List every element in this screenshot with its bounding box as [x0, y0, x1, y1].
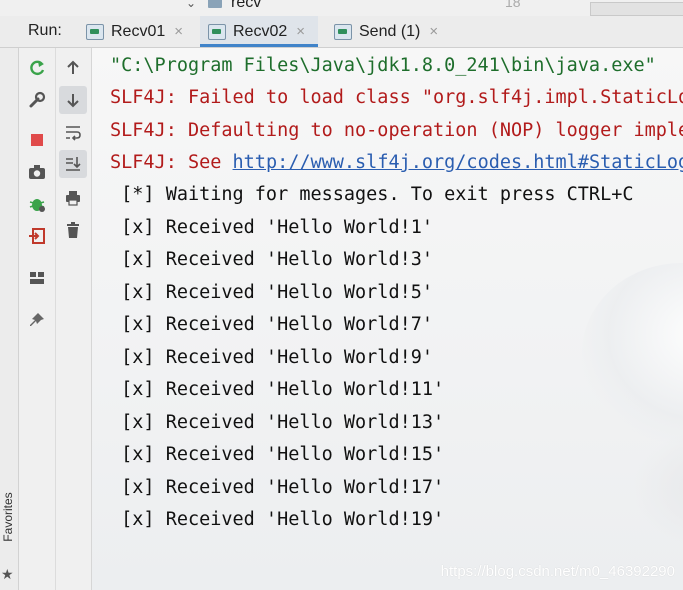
scroll-up-button[interactable]	[59, 54, 87, 82]
tab-label: Send (1)	[359, 22, 421, 40]
console-line-error: SLF4J: See http://www.slf4j.org/codes.ht…	[110, 152, 683, 174]
scroll-to-end-icon	[66, 157, 81, 171]
run-config-icon	[86, 23, 104, 40]
arrow-up-icon	[67, 60, 79, 74]
slf4j-link[interactable]: http://www.slf4j.org/codes.html#StaticLo…	[233, 152, 683, 173]
stop-button[interactable]	[23, 126, 51, 154]
wrench-icon	[29, 91, 46, 108]
layout-button[interactable]	[23, 264, 51, 292]
console-line-error: SLF4J: Defaulting to no-operation (NOP) …	[110, 120, 683, 141]
arrow-down-icon	[67, 94, 79, 108]
run-config-icon	[334, 23, 352, 40]
console-line: [x] Received 'Hello World!7'	[110, 314, 434, 335]
rerun-button[interactable]	[23, 54, 51, 82]
rerun-icon	[30, 60, 45, 76]
favorites-tab[interactable]: Favorites	[1, 487, 15, 547]
debug-button[interactable]	[23, 190, 51, 218]
background-image	[582, 263, 683, 443]
watermark: https://blog.csdn.net/m0_46392290	[440, 563, 675, 580]
layout-icon	[30, 272, 44, 284]
run-label: Run:	[28, 22, 62, 39]
console-line: [x] Received 'Hello World!9'	[110, 347, 434, 368]
print-button[interactable]	[59, 184, 87, 212]
pin-icon	[30, 313, 44, 326]
bug-icon	[29, 199, 45, 212]
tab-recv01[interactable]: Recv01 ×	[80, 16, 192, 47]
soft-wrap-icon	[66, 126, 81, 141]
console-line: [*] Waiting for messages. To exit press …	[110, 184, 634, 205]
exit-icon	[29, 228, 45, 244]
console-line-error: SLF4J: Failed to load class "org.slf4j.i…	[110, 87, 683, 108]
chevron-down-icon[interactable]: ⌄	[186, 0, 196, 10]
console-line: [x] Received 'Hello World!19'	[110, 509, 445, 530]
scroll-down-button[interactable]	[59, 86, 87, 114]
tab-send-1[interactable]: Send (1) ×	[326, 16, 446, 47]
close-icon[interactable]: ×	[296, 23, 305, 40]
pin-tab-button[interactable]	[23, 306, 51, 334]
console-output[interactable]: "C:\Program Files\Java\jdk1.8.0_241\bin\…	[92, 48, 683, 590]
printer-icon	[66, 191, 80, 206]
console-line: [x] Received 'Hello World!5'	[110, 282, 434, 303]
console-line: [x] Received 'Hello World!1'	[110, 217, 434, 238]
run-config-icon	[208, 23, 226, 40]
tab-recv02[interactable]: Recv02 ×	[200, 16, 318, 47]
tree-item-recv[interactable]: recv	[231, 0, 261, 12]
background-image	[632, 428, 683, 548]
scroll-to-end-button[interactable]	[59, 150, 87, 178]
run-tab-bar: Run: Recv01 × Recv02 × Send (1) ×	[0, 16, 683, 48]
console-line: [x] Received 'Hello World!13'	[110, 412, 445, 433]
trash-icon	[67, 222, 79, 238]
folder-icon	[208, 0, 222, 8]
close-icon[interactable]: ×	[429, 23, 438, 40]
console-line-prefix: SLF4J: See	[110, 152, 233, 173]
edit-config-button[interactable]	[23, 86, 51, 114]
run-toolbar	[19, 48, 56, 590]
horizontal-scrollbar[interactable]	[590, 2, 683, 16]
console-line: [x] Received 'Hello World!17'	[110, 477, 445, 498]
project-tree-strip: ⌄ recv 18	[0, 0, 683, 17]
console-line: [x] Received 'Hello World!3'	[110, 249, 434, 270]
camera-icon	[29, 165, 45, 179]
console-toolbar	[56, 48, 92, 590]
soft-wrap-button[interactable]	[59, 118, 87, 146]
tab-label: Recv01	[111, 22, 166, 40]
clear-all-button[interactable]	[59, 216, 87, 244]
console-line: [x] Received 'Hello World!15'	[110, 444, 445, 465]
dump-threads-button[interactable]	[23, 158, 51, 186]
exit-button[interactable]	[23, 222, 51, 250]
console-line-command: "C:\Program Files\Java\jdk1.8.0_241\bin\…	[110, 55, 656, 76]
close-icon[interactable]: ×	[174, 23, 183, 40]
console-line: [x] Received 'Hello World!11'	[110, 379, 445, 400]
tab-label: Recv02	[233, 22, 288, 40]
star-icon[interactable]: ★	[1, 566, 14, 583]
line-number: 18	[505, 0, 521, 10]
stop-icon	[31, 134, 43, 146]
